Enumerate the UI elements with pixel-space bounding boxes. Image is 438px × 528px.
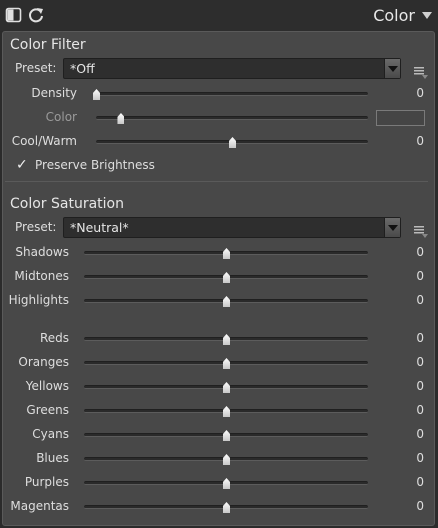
slider-label-cool-warm: Cool/Warm [11,134,77,148]
slider-label-purples: Purples [24,475,69,489]
slider-value-yellows[interactable]: 0 [416,379,424,393]
slider-value-midtones[interactable]: 0 [416,269,424,283]
reset-icon[interactable] [27,6,45,24]
preset-value: *Off [70,61,95,76]
slider-value-density[interactable]: 0 [416,86,424,100]
slider-value-greens[interactable]: 0 [416,403,424,417]
chevron-down-icon[interactable] [384,218,400,237]
menu-icon[interactable] [414,223,428,238]
slider-value-reds[interactable]: 0 [416,331,424,345]
slider-value-cool-warm[interactable]: 0 [416,134,424,148]
slider-label-color: Color [45,110,77,124]
chevron-down-icon[interactable] [384,59,400,78]
color-saturation-preset-dropdown[interactable]: *Neutral* [63,217,401,238]
slider-value-highlights[interactable]: 0 [416,293,424,307]
panel-header: Color [0,0,438,31]
preset-label: Preset: [15,220,57,234]
slider-label-greens: Greens [26,403,69,417]
slider-label-yellows: Yellows [25,379,69,393]
panel-title[interactable]: Color [373,6,415,25]
slider-label-density: Density [31,86,77,100]
chevron-down-icon[interactable] [422,12,432,19]
slider-label-cyans: Cyans [32,427,69,441]
slider-label-blues: Blues [36,451,69,465]
preserve-brightness-label[interactable]: Preserve Brightness [35,158,155,172]
section-title-color-saturation: Color Saturation [10,196,124,212]
slider-label-reds: Reds [39,331,69,345]
slider-value-magentas[interactable]: 0 [416,499,424,513]
menu-icon[interactable] [414,64,428,79]
preset-value: *Neutral* [70,220,129,235]
color-swatch[interactable] [376,110,425,126]
slider-label-highlights: Highlights [8,293,69,307]
checkmark-icon[interactable]: ✓ [16,158,30,172]
section-title-color-filter: Color Filter [10,37,86,53]
compare-icon[interactable] [5,6,23,24]
slider-label-oranges: Oranges [18,355,69,369]
slider-value-cyans[interactable]: 0 [416,427,424,441]
section-divider [5,181,428,182]
slider-value-purples[interactable]: 0 [416,475,424,489]
color-filter-preset-dropdown[interactable]: *Off [63,58,401,79]
preset-label: Preset: [15,61,57,75]
slider-value-oranges[interactable]: 0 [416,355,424,369]
slider-value-blues[interactable]: 0 [416,451,424,465]
slider-label-shadows: Shadows [15,245,69,259]
slider-label-midtones: Midtones [14,269,69,283]
slider-track-density[interactable] [96,92,368,96]
slider-value-shadows[interactable]: 0 [416,245,424,259]
slider-track-color[interactable] [96,116,368,120]
slider-label-magentas: Magentas [10,499,69,513]
